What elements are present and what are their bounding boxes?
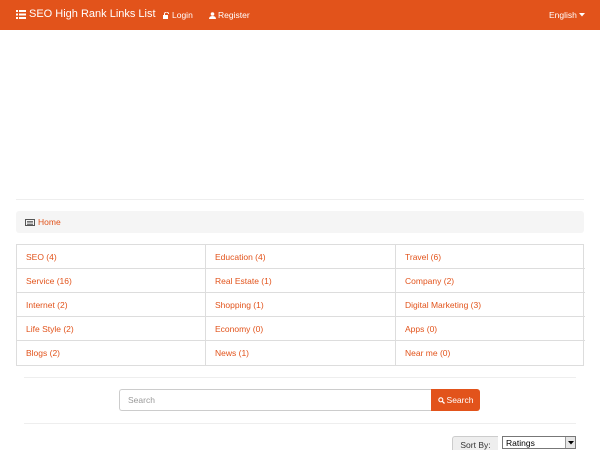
language-dropdown[interactable]: English (549, 10, 585, 20)
breadcrumb-home-link[interactable]: Home (38, 217, 61, 227)
search-icon (437, 396, 445, 404)
category-link-shopping[interactable]: Shopping (1) (206, 293, 396, 317)
select-arrow-icon (565, 437, 575, 448)
register-label: Register (218, 10, 250, 20)
category-link-company[interactable]: Company (2) (396, 269, 585, 293)
search-form: Search (119, 389, 480, 411)
search-button-label: Search (446, 395, 474, 405)
category-link-life-style[interactable]: Life Style (2) (17, 317, 206, 341)
list-alt-icon (25, 218, 35, 226)
register-link[interactable]: Register (209, 10, 250, 20)
divider (16, 199, 584, 200)
category-link-internet[interactable]: Internet (2) (17, 293, 206, 317)
divider (24, 423, 576, 424)
sort-select[interactable]: Ratings (502, 436, 576, 449)
divider (24, 377, 576, 378)
search-input[interactable] (119, 389, 431, 411)
category-link-news[interactable]: News (1) (206, 341, 396, 365)
user-icon (209, 11, 216, 19)
category-link-real-estate[interactable]: Real Estate (1) (206, 269, 396, 293)
breadcrumb: Home (16, 211, 584, 233)
category-link-seo[interactable]: SEO (4) (17, 245, 206, 269)
category-link-near-me[interactable]: Near me (0) (396, 341, 585, 365)
brand-link[interactable]: SEO High Rank Links List (16, 8, 156, 20)
sort-by-label: Sort By: (452, 436, 498, 450)
login-link[interactable]: Login (163, 10, 193, 20)
category-link-economy[interactable]: Economy (0) (206, 317, 396, 341)
sort-selected-value: Ratings (506, 437, 535, 448)
category-link-apps[interactable]: Apps (0) (396, 317, 585, 341)
search-button[interactable]: Search (431, 389, 480, 411)
lock-icon (163, 11, 169, 19)
category-link-service[interactable]: Service (16) (17, 269, 206, 293)
category-link-digital-marketing[interactable]: Digital Marketing (3) (396, 293, 585, 317)
ad-banner-space (0, 30, 600, 198)
category-link-education[interactable]: Education (4) (206, 245, 396, 269)
list-icon (16, 9, 26, 19)
login-label: Login (172, 10, 193, 20)
language-label: English (549, 10, 577, 20)
category-link-blogs[interactable]: Blogs (2) (17, 341, 206, 365)
brand-title: SEO High Rank Links List (29, 8, 156, 20)
caret-down-icon (578, 13, 585, 17)
top-navbar: SEO High Rank Links List Login Register … (0, 0, 600, 30)
category-link-travel[interactable]: Travel (6) (396, 245, 585, 269)
category-grid: SEO (4) Education (4) Travel (6) Service… (16, 244, 585, 366)
